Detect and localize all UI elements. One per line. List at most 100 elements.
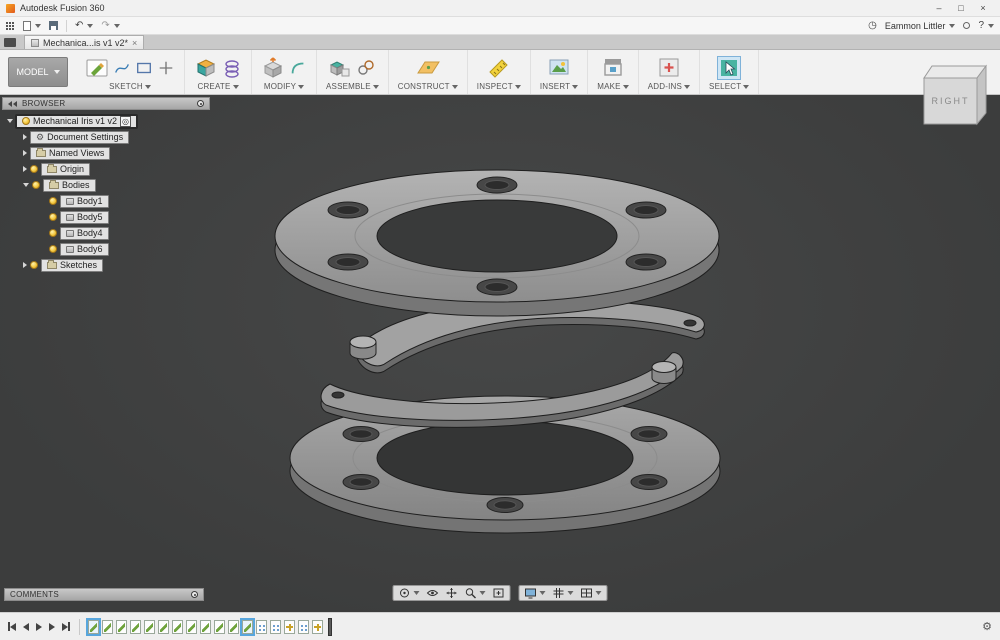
visibility-bulb-icon[interactable] [49, 245, 57, 253]
expand-arrow-icon[interactable] [23, 134, 27, 140]
3d-print-icon[interactable] [601, 56, 625, 80]
tree-row-named-views[interactable]: Named Views [2, 145, 214, 161]
select-menu[interactable]: SELECT [709, 82, 750, 91]
timeline-item-sketch[interactable] [158, 619, 169, 634]
help-menu[interactable]: ? [978, 20, 994, 31]
job-status-clock-icon[interactable]: ◷ [868, 20, 877, 31]
timeline-item-sketch[interactable] [102, 619, 113, 634]
redo-button[interactable]: ↷ [101, 20, 120, 31]
minimize-button[interactable]: – [928, 3, 950, 13]
modify-menu[interactable]: MODIFY [264, 82, 305, 91]
spline-tool-icon[interactable] [113, 59, 131, 77]
timeline-item-move[interactable] [312, 619, 323, 634]
inspect-menu[interactable]: INSPECT [477, 82, 521, 91]
construct-menu[interactable]: CONSTRUCT [398, 82, 458, 91]
comments-panel[interactable]: COMMENTS [4, 588, 204, 601]
visibility-bulb-icon[interactable] [30, 261, 38, 269]
measure-icon[interactable] [487, 56, 511, 80]
timeline-item-sketch[interactable] [86, 617, 101, 636]
tree-row-body5[interactable]: Body5 [2, 209, 214, 225]
close-tab-icon[interactable]: × [132, 38, 137, 48]
assemble-menu[interactable]: ASSEMBLE [326, 82, 379, 91]
viewports-button[interactable] [581, 587, 602, 599]
select-cursor-icon[interactable] [719, 58, 739, 78]
data-panel-toggle-icon[interactable] [4, 37, 16, 47]
notification-icon[interactable] [963, 22, 971, 29]
grid-snap-button[interactable] [553, 587, 574, 599]
timeline-item-pattern[interactable] [298, 619, 309, 634]
joint-icon[interactable] [356, 58, 376, 78]
close-button[interactable]: × [972, 3, 994, 13]
expand-arrow-icon[interactable] [23, 166, 27, 172]
visibility-bulb-icon[interactable] [49, 229, 57, 237]
tree-row-body1[interactable]: Body1 [2, 193, 214, 209]
timeline-play-button[interactable] [36, 622, 42, 631]
timeline-step-back-button[interactable] [23, 622, 29, 631]
look-at-button[interactable] [426, 587, 439, 599]
line-tool-icon[interactable] [157, 59, 175, 77]
timeline-item-move[interactable] [284, 619, 295, 634]
pan-button[interactable] [446, 587, 458, 599]
browser-header[interactable]: BROWSER [2, 97, 210, 110]
user-account-menu[interactable]: Eammon Littler [885, 21, 956, 31]
create-form-icon[interactable] [194, 56, 218, 80]
expand-arrow-icon[interactable] [23, 262, 27, 268]
visibility-bulb-icon[interactable] [32, 181, 40, 189]
timeline-item-sketch[interactable] [200, 619, 211, 634]
insert-image-icon[interactable] [547, 56, 571, 80]
fit-button[interactable] [493, 587, 505, 599]
timeline-item-sketch[interactable] [186, 619, 197, 634]
view-cube[interactable]: RIGHT [916, 63, 988, 134]
expand-arrow-icon[interactable] [23, 150, 27, 156]
timeline-item-sketch[interactable] [130, 619, 141, 634]
timeline-item-sketch[interactable] [214, 619, 225, 634]
create-sketch-icon[interactable] [85, 56, 109, 80]
app-launcher-grid-icon[interactable] [6, 21, 15, 30]
visibility-bulb-icon[interactable] [30, 165, 38, 173]
tree-row-body6[interactable]: Body6 [2, 241, 214, 257]
tree-row-origin[interactable]: Origin [2, 161, 214, 177]
timeline-go-start-button[interactable] [8, 622, 16, 631]
timeline-item-sketch[interactable] [240, 617, 255, 636]
timeline-item-sketch[interactable] [228, 619, 239, 634]
timeline-item-sketch[interactable] [144, 619, 155, 634]
construction-plane-icon[interactable] [415, 56, 441, 80]
timeline-item-sketch[interactable] [116, 619, 127, 634]
tree-row-sketches[interactable]: Sketches [2, 257, 214, 273]
save-button[interactable] [49, 21, 58, 30]
timeline-settings-gear-icon[interactable]: ⚙ [982, 620, 992, 633]
document-tab[interactable]: Mechanica...is v1 v2* × [24, 35, 145, 49]
undo-button[interactable]: ↶ [75, 20, 94, 31]
press-pull-icon[interactable] [261, 56, 285, 80]
browser-pin-icon[interactable] [197, 100, 204, 107]
timeline-item-pattern[interactable] [270, 619, 281, 634]
collapse-panel-icon[interactable] [8, 100, 18, 107]
display-settings-button[interactable] [525, 587, 546, 599]
file-menu-button[interactable] [23, 20, 41, 31]
fillet-icon[interactable] [289, 59, 307, 77]
visibility-bulb-icon[interactable] [49, 197, 57, 205]
zoom-button[interactable] [465, 587, 486, 599]
viewport-canvas[interactable]: RIGHT BROWSER Mechanical Iris v1 v2 ◎ ⚙ Do… [0, 64, 1000, 612]
workspace-selector[interactable]: MODEL [8, 57, 68, 87]
timeline-item-pattern[interactable] [256, 619, 267, 634]
expand-arrow-icon[interactable] [23, 183, 29, 187]
create-menu[interactable]: CREATE [197, 82, 239, 91]
rectangle-tool-icon[interactable] [135, 59, 153, 77]
tree-row-bodies[interactable]: Bodies [2, 177, 214, 193]
add-ins-icon[interactable] [657, 56, 681, 80]
add-ins-menu[interactable]: ADD-INS [648, 82, 691, 91]
make-menu[interactable]: MAKE [597, 82, 629, 91]
coil-icon[interactable] [222, 58, 242, 78]
comments-pin-icon[interactable] [191, 591, 198, 598]
timeline-position-marker[interactable] [328, 617, 332, 636]
insert-menu[interactable]: INSERT [540, 82, 579, 91]
visibility-bulb-icon[interactable] [49, 213, 57, 221]
expand-arrow-icon[interactable] [7, 119, 13, 123]
tree-row-root[interactable]: Mechanical Iris v1 v2 ◎ [2, 113, 214, 129]
timeline-step-forward-button[interactable] [49, 622, 55, 631]
new-component-icon[interactable] [328, 56, 352, 80]
maximize-button[interactable]: □ [950, 3, 972, 13]
timeline-go-end-button[interactable] [62, 622, 70, 631]
sketch-menu[interactable]: SKETCH [109, 82, 151, 91]
